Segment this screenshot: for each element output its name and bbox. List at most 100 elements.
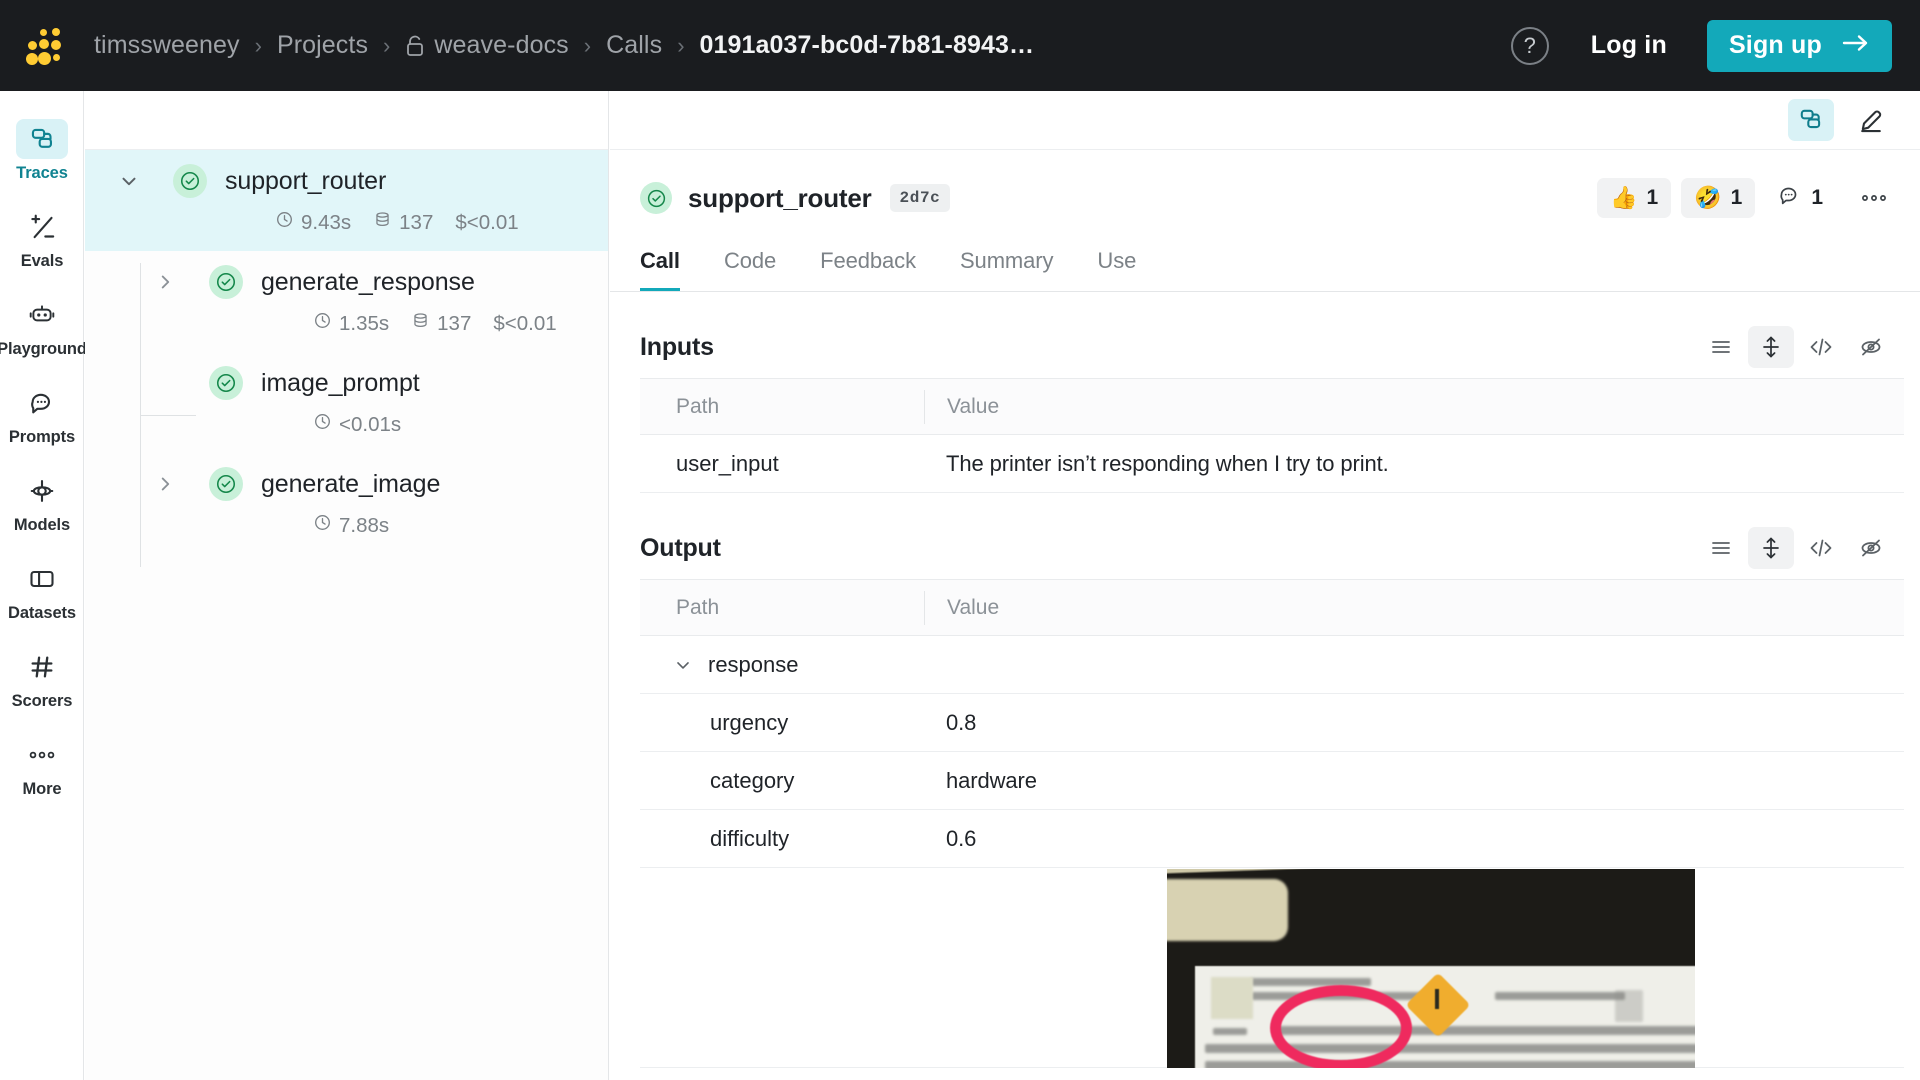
trace-node-metrics: 1.35s 137 $<0.01 [85,311,608,336]
tab-use[interactable]: Use [1097,238,1136,291]
row-path: difficulty [710,825,790,851]
clock-icon [275,210,294,235]
trace-node-metrics: 7.88s [85,513,608,538]
breadcrumb-item-entity[interactable]: timssweeney [94,31,240,60]
help-icon[interactable]: ? [1510,26,1549,65]
prompts-icon [16,383,68,423]
tab-call[interactable]: Call [640,238,680,291]
trace-node-cost: $<0.01 [493,311,557,335]
sign-up-button[interactable]: Sign up [1706,19,1892,72]
evals-icon [16,207,68,247]
call-tabs: Call Code Feedback Summary Use [610,238,1920,292]
reaction-count: 1 [1646,186,1659,209]
hide-icon[interactable] [1848,326,1894,368]
table-row[interactable]: difficulty 0.6 [640,810,1904,868]
row-value: 0.8 [946,709,977,735]
table-row[interactable]: urgency 0.8 [640,694,1904,752]
sidebar-item-traces[interactable]: Traces [0,107,84,195]
chevron-right-icon[interactable] [147,271,183,293]
breadcrumb-separator: › [677,32,685,58]
expand-rows-icon[interactable] [1748,527,1794,569]
comment-icon [1778,184,1802,212]
sidebar-item-label: Prompts [8,428,76,446]
trace-tree-row-image-prompt[interactable]: image_prompt <0.01s [85,352,608,453]
reaction-comment[interactable]: 1 [1765,178,1836,218]
sidebar-item-label: Playground [0,340,87,358]
more-horizontal-icon[interactable] [1854,178,1894,218]
tab-summary[interactable]: Summary [960,238,1054,291]
output-title: Output [640,533,721,562]
trace-node-duration: <0.01s [339,412,402,436]
sidebar-item-more[interactable]: More [0,723,84,811]
breadcrumb-item-project[interactable]: weave-docs [405,31,569,60]
chevron-down-icon[interactable] [111,170,147,192]
list-view-icon[interactable] [1698,326,1744,368]
chevron-down-icon[interactable] [666,655,700,675]
sidebar-item-scorers[interactable]: Scorers [0,635,84,723]
row-path-cell: response [640,652,924,678]
table-row[interactable]: response [640,636,1904,694]
breadcrumb-item-calls[interactable]: Calls [606,31,662,60]
sidebar-item-label: Models [13,516,71,534]
weights-and-biases-logo[interactable] [26,26,61,66]
clock-icon [313,412,332,437]
table-row[interactable]: user_input The printer isn’t responding … [640,435,1904,493]
call-header: support_router 2d7c 👍 1 🤣 1 1 [610,150,1920,218]
table-row[interactable] [640,868,1904,1068]
chevron-right-icon[interactable] [147,473,183,495]
sidebar-item-label: Traces [16,164,68,182]
status-success-icon [640,182,672,214]
status-success-icon [173,164,207,198]
table-row[interactable]: category hardware [640,752,1904,810]
reaction-count: 1 [1730,186,1743,209]
reaction-thumbs-up[interactable]: 👍 1 [1597,178,1672,218]
reaction-rofl[interactable]: 🤣 1 [1681,178,1756,218]
list-view-icon[interactable] [1698,527,1744,569]
lock-icon [405,34,425,58]
rofl-emoji: 🤣 [1694,185,1722,210]
playground-icon [16,295,68,335]
trace-tree-row-generate-response[interactable]: generate_response 1.35s 137 $<0.01 [85,251,608,352]
help-glyph: ? [1523,32,1536,58]
hide-icon[interactable] [1848,527,1894,569]
trace-tree-row-support-router[interactable]: support_router 9.43s 137 $<0.01 [85,150,608,251]
pen-highlighter-icon[interactable] [1848,99,1894,141]
sidebar-item-models[interactable]: Models [0,459,84,547]
status-success-icon [209,265,243,299]
tab-code[interactable]: Code [724,238,776,291]
traces-view-icon[interactable] [1788,99,1834,141]
status-success-icon [209,366,243,400]
sign-up-label: Sign up [1728,31,1822,59]
code-view-icon[interactable] [1798,527,1844,569]
inputs-header: Inputs [640,326,1894,368]
trace-node-tokens: 137 [437,311,472,335]
trace-node-duration: 1.35s [339,311,390,335]
models-icon [16,471,68,511]
breadcrumb-label: 0191a037-bc0d-7b81-8943… [699,31,1035,59]
sidebar-item-evals[interactable]: Evals [0,195,84,283]
output-image-preview[interactable] [1167,869,1695,1068]
expand-rows-icon[interactable] [1748,326,1794,368]
inputs-table: Path Value user_input The printer isn’t … [640,378,1904,493]
trace-tree-toolbar [85,91,608,150]
trace-tree-panel: support_router 9.43s 137 $<0.01 generate… [85,91,609,1080]
traces-icon [16,119,68,159]
page-title: support_router [688,182,872,213]
sidebar-item-datasets[interactable]: Datasets [0,547,84,635]
log-in-button[interactable]: Log in [1591,31,1667,60]
breadcrumb-label: Calls [606,31,663,59]
output-header: Output [640,527,1894,569]
sidebar-item-playground[interactable]: Playground [0,283,87,371]
sidebar-item-prompts[interactable]: Prompts [0,371,84,459]
clock-icon [313,311,332,336]
tab-feedback[interactable]: Feedback [820,238,916,291]
reaction-count: 1 [1811,186,1823,209]
breadcrumb-item-projects[interactable]: Projects [277,31,368,60]
trace-tree-row-generate-image[interactable]: generate_image 7.88s [85,453,608,554]
breadcrumb-label: timssweeney [94,31,240,59]
code-view-icon[interactable] [1798,326,1844,368]
inputs-toolbar [1698,326,1894,368]
breadcrumb-label: Projects [276,31,369,59]
breadcrumb-item-call-id[interactable]: 0191a037-bc0d-7b81-8943… [700,31,1035,60]
breadcrumb-label: weave-docs [434,31,569,59]
